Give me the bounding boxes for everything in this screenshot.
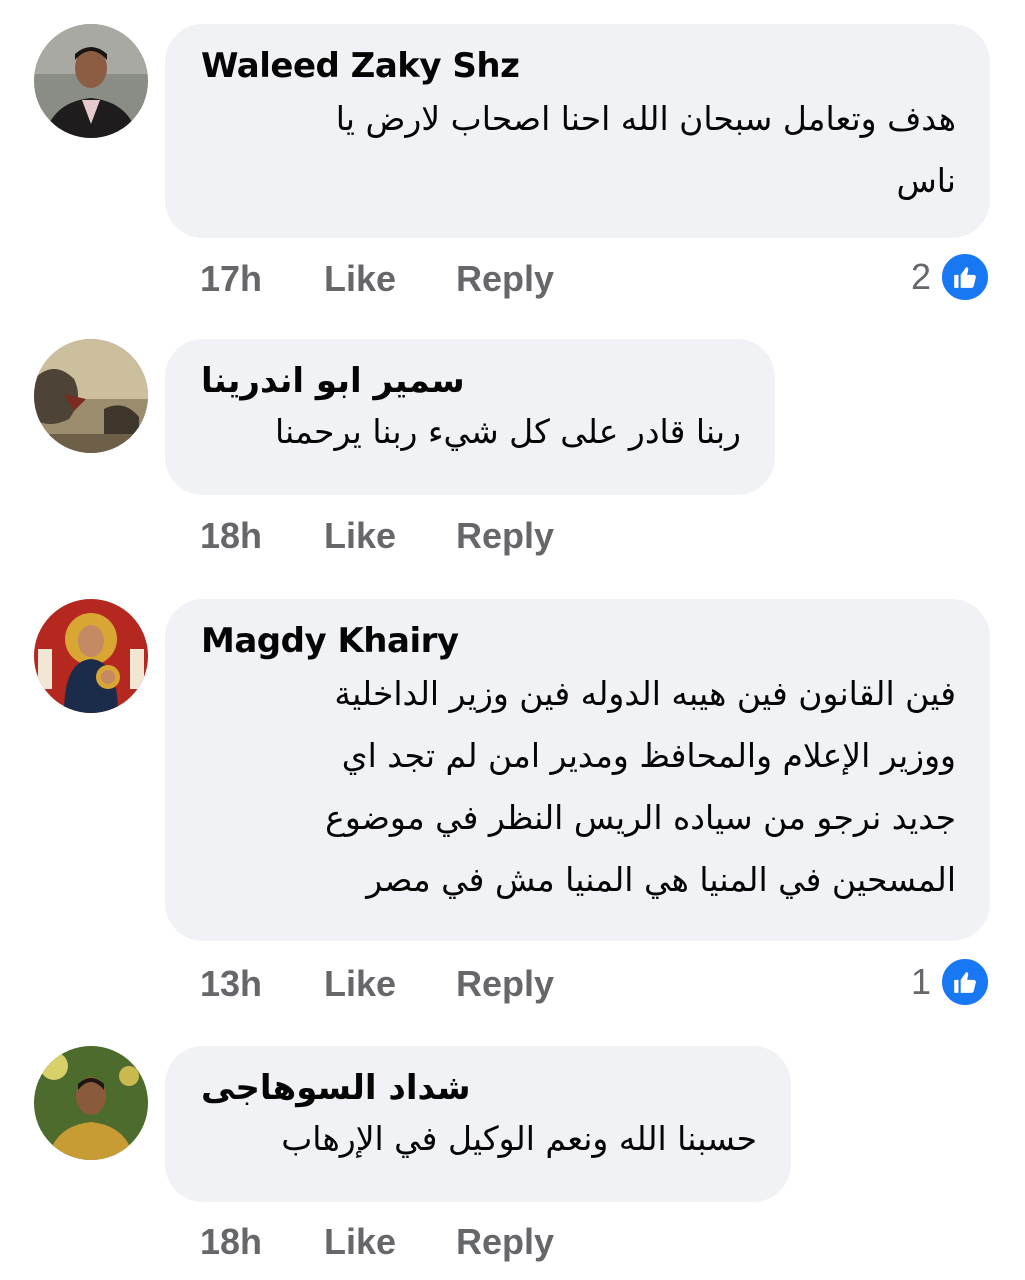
like-button[interactable]: Like xyxy=(324,1221,456,1263)
comment-author[interactable]: شداد السوهاجى xyxy=(201,1066,757,1110)
reaction-count: 1 xyxy=(910,961,931,1002)
comment-text: حسبنا الله ونعم الوكيل في الإرهاب xyxy=(281,1119,757,1158)
reply-button[interactable]: Reply xyxy=(456,1221,554,1263)
reply-button[interactable]: Reply xyxy=(456,258,554,300)
avatar[interactable] xyxy=(34,24,148,138)
reaction-summary[interactable]: 1 xyxy=(911,956,991,1008)
reaction-count: 2 xyxy=(910,256,931,297)
avatar[interactable] xyxy=(34,1046,148,1160)
comment-timestamp[interactable]: 17h xyxy=(200,258,324,300)
comment-text: ربنا قادر على كل شيء ربنا يرحمنا xyxy=(274,412,741,451)
user-photo-icon xyxy=(34,1046,148,1160)
like-button[interactable]: Like xyxy=(324,963,456,1005)
avatar[interactable] xyxy=(34,599,148,713)
comment-bubble: شداد السوهاجى حسبنا الله ونعم الوكيل في … xyxy=(165,1046,791,1202)
comment-author[interactable]: Magdy Khairy xyxy=(201,619,956,663)
religious-icon-avatar xyxy=(34,599,148,713)
thumbs-up-icon xyxy=(939,251,991,303)
comment-actions: 18h Like Reply xyxy=(200,515,554,557)
comment-text: فين القانون فين هيبه الدوله فين وزير الد… xyxy=(325,674,956,899)
like-button[interactable]: Like xyxy=(324,515,456,557)
comment-actions: 18h Like Reply xyxy=(200,1221,554,1263)
user-photo-icon xyxy=(34,24,148,138)
comment-bubble: Waleed Zaky Shz هدف وتعامل سبحان الله اح… xyxy=(165,24,990,238)
comment-actions: 13h Like Reply xyxy=(200,963,554,1005)
reaction-summary[interactable]: 2 xyxy=(911,251,991,303)
comment-bubble: سمير ابو اندرينا ربنا قادر على كل شيء رب… xyxy=(165,339,775,495)
comment-bubble: Magdy Khairy فين القانون فين هيبه الدوله… xyxy=(165,599,990,941)
thumbs-up-icon xyxy=(939,956,991,1008)
reply-button[interactable]: Reply xyxy=(456,515,554,557)
comment-text: هدف وتعامل سبحان الله احنا اصحاب لارض يا… xyxy=(335,99,956,200)
comment-timestamp[interactable]: 18h xyxy=(200,1221,324,1263)
comment-author[interactable]: Waleed Zaky Shz xyxy=(201,44,956,88)
comment-timestamp[interactable]: 13h xyxy=(200,963,324,1005)
lion-artwork-icon xyxy=(34,339,148,453)
like-button[interactable]: Like xyxy=(324,258,456,300)
reply-button[interactable]: Reply xyxy=(456,963,554,1005)
avatar[interactable] xyxy=(34,339,148,453)
comment-timestamp[interactable]: 18h xyxy=(200,515,324,557)
comment-author[interactable]: سمير ابو اندرينا xyxy=(201,359,741,403)
comment-actions: 17h Like Reply xyxy=(200,258,554,300)
